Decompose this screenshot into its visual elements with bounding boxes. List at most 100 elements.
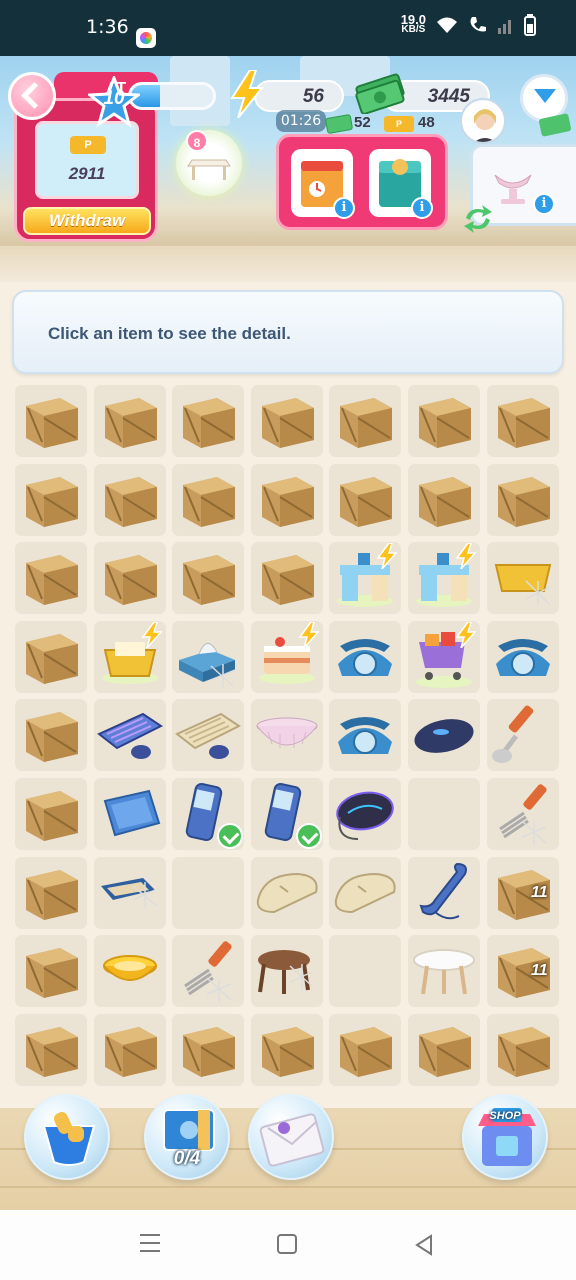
board-cell[interactable] xyxy=(249,541,324,616)
crate-item[interactable] xyxy=(14,934,88,1008)
merge-hint-tool-button[interactable] xyxy=(24,1094,110,1180)
board-cell[interactable] xyxy=(14,777,88,851)
board-cell[interactable] xyxy=(171,777,246,851)
board-cell[interactable] xyxy=(92,777,167,851)
tissue-web-item[interactable] xyxy=(171,620,245,694)
board-cell[interactable] xyxy=(407,619,481,694)
back-button[interactable] xyxy=(8,72,56,120)
keyboard-rgb-item[interactable] xyxy=(93,698,167,772)
board-cell[interactable]: 11 xyxy=(485,934,560,1009)
board-cell[interactable] xyxy=(14,619,88,694)
crate-item[interactable] xyxy=(171,541,245,615)
info-icon[interactable]: i xyxy=(333,197,355,219)
board-cell[interactable] xyxy=(14,934,88,1009)
withdraw-button[interactable]: Withdraw xyxy=(23,207,151,235)
mail-button[interactable] xyxy=(248,1094,334,1180)
board-cell[interactable] xyxy=(171,384,246,458)
board-cell[interactable] xyxy=(92,855,167,930)
board-cell[interactable] xyxy=(249,1012,324,1087)
board-cell[interactable] xyxy=(485,619,560,694)
fork-web-item[interactable] xyxy=(486,777,560,851)
crate-item[interactable] xyxy=(14,856,88,930)
crate-item[interactable] xyxy=(486,934,560,1008)
bowl-item[interactable] xyxy=(250,698,324,772)
board-cell[interactable] xyxy=(485,384,560,458)
phone-item[interactable] xyxy=(328,698,402,772)
board-cell[interactable] xyxy=(171,619,246,694)
board-cell[interactable] xyxy=(14,1012,88,1087)
crate-item[interactable] xyxy=(14,541,88,615)
board-cell[interactable] xyxy=(407,462,481,537)
crate-item[interactable] xyxy=(486,856,560,930)
stool-web-item[interactable] xyxy=(250,934,324,1008)
crate-item[interactable] xyxy=(171,384,245,458)
order-card-2[interactable]: i xyxy=(369,149,433,219)
dish-web-item[interactable] xyxy=(93,856,167,930)
bowl-yellow-item[interactable] xyxy=(93,934,167,1008)
crate-item[interactable] xyxy=(171,1013,245,1087)
shop-button[interactable]: SHOP xyxy=(462,1094,548,1180)
crate-item[interactable] xyxy=(486,1013,560,1087)
crate-item[interactable] xyxy=(93,1013,167,1087)
board-cell[interactable] xyxy=(171,698,246,773)
board-cell[interactable] xyxy=(171,855,246,930)
crate-item[interactable] xyxy=(14,620,88,694)
mouse-gaming-item[interactable] xyxy=(328,777,402,851)
board-cell[interactable] xyxy=(407,934,481,1009)
board-cell[interactable] xyxy=(407,855,481,930)
refresh-orders-icon[interactable] xyxy=(460,204,496,234)
storage-box-button[interactable]: 0/4 xyxy=(144,1094,230,1180)
board-cell[interactable] xyxy=(407,541,481,616)
board-cell[interactable] xyxy=(485,541,560,616)
board-cell[interactable] xyxy=(92,698,167,773)
crate-item[interactable] xyxy=(93,384,167,458)
board-cell[interactable] xyxy=(328,855,403,930)
crate-item[interactable] xyxy=(250,384,324,458)
board-cell[interactable] xyxy=(14,698,88,773)
board-cell[interactable] xyxy=(249,855,324,930)
order-card-1[interactable]: i xyxy=(291,149,355,219)
crate-item[interactable] xyxy=(14,777,88,851)
crate-item[interactable] xyxy=(486,384,560,458)
board-cell[interactable] xyxy=(407,777,481,851)
info-icon[interactable]: i xyxy=(411,197,433,219)
board-cell[interactable] xyxy=(328,462,403,537)
board-cell[interactable] xyxy=(328,619,403,694)
crate-item[interactable] xyxy=(328,463,402,537)
crate-item[interactable] xyxy=(328,384,402,458)
crate-item[interactable] xyxy=(407,463,481,537)
fork-web-item[interactable] xyxy=(171,934,245,1008)
board-cell[interactable] xyxy=(328,384,403,458)
board-cell[interactable] xyxy=(328,541,403,616)
home-button[interactable] xyxy=(277,1234,297,1254)
table-white-item[interactable] xyxy=(407,934,481,1008)
board-cell[interactable] xyxy=(485,777,560,851)
board-cell[interactable] xyxy=(407,698,481,773)
board-cell[interactable] xyxy=(171,541,246,616)
basket-web-item[interactable] xyxy=(486,541,560,615)
crate-item[interactable] xyxy=(486,463,560,537)
board-cell[interactable] xyxy=(92,619,167,694)
crate-item[interactable] xyxy=(407,1013,481,1087)
board-cell[interactable] xyxy=(92,462,167,537)
board-cell[interactable] xyxy=(249,619,324,694)
board-cell[interactable] xyxy=(171,934,246,1009)
crate-item[interactable] xyxy=(171,463,245,537)
board-cell[interactable] xyxy=(328,777,403,851)
info-icon[interactable]: i xyxy=(533,193,555,215)
board-cell[interactable] xyxy=(407,384,481,458)
mouse-beige-item[interactable] xyxy=(250,856,324,930)
mouse-beige-item[interactable] xyxy=(328,856,402,930)
board-cell[interactable] xyxy=(92,934,167,1009)
board-cell[interactable] xyxy=(171,1012,246,1087)
board-cell[interactable] xyxy=(407,1012,481,1087)
crate-item[interactable] xyxy=(250,463,324,537)
keyboard-beige-item[interactable] xyxy=(171,698,245,772)
board-cell[interactable] xyxy=(92,384,167,458)
board-cell[interactable] xyxy=(171,462,246,537)
board-cell[interactable] xyxy=(249,698,324,773)
tray-item[interactable] xyxy=(93,777,167,851)
board-cell[interactable] xyxy=(249,777,324,851)
board-cell[interactable] xyxy=(14,384,88,458)
board-cell[interactable] xyxy=(328,934,403,1009)
